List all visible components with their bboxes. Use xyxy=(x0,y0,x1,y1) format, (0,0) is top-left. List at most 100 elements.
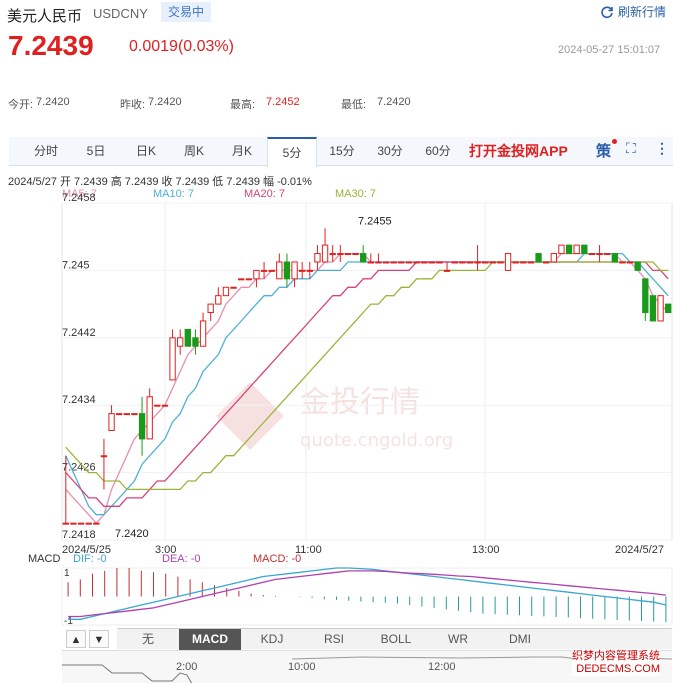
macd-axis-bottom: -1 xyxy=(64,616,73,627)
candle-body xyxy=(504,253,512,271)
candle-body xyxy=(398,261,405,264)
candle-body xyxy=(283,261,291,280)
candle-body xyxy=(154,404,161,407)
candle-body xyxy=(611,253,618,263)
watermark-url: quote.cngold.org xyxy=(300,430,453,451)
candle-body xyxy=(489,261,496,264)
candle-body xyxy=(634,261,641,271)
candle-body xyxy=(85,522,92,525)
scroll-up-button[interactable]: ▲ xyxy=(66,630,86,648)
candle-body xyxy=(207,303,214,314)
indicator-dmi[interactable]: DMI xyxy=(489,629,551,650)
candle-body xyxy=(321,244,329,263)
candle-body xyxy=(382,261,390,264)
candle-body xyxy=(245,278,252,281)
candle-body xyxy=(344,253,352,256)
price-annotation: 7.2420 xyxy=(115,528,149,540)
macd-value-legend: MACD: -0 xyxy=(253,553,302,565)
x-tick-label: 2024/5/27 xyxy=(615,544,664,556)
indicator-rsi[interactable]: RSI xyxy=(303,629,365,650)
candle-body xyxy=(390,261,397,264)
candle-body xyxy=(276,261,283,280)
candle-body xyxy=(405,261,413,264)
candle-body xyxy=(421,261,428,264)
candle-body xyxy=(512,261,519,264)
candle-body xyxy=(108,413,115,431)
candle-body xyxy=(482,261,489,264)
candle-body xyxy=(581,244,588,255)
candle-body xyxy=(558,244,565,255)
macd-axis-top: 1 xyxy=(64,568,70,579)
candle-body xyxy=(466,261,474,264)
candle-body xyxy=(497,261,504,264)
y-tick-label: 7.2418 xyxy=(62,529,96,541)
corner-watermark-line1: 织梦内容管理系统 xyxy=(572,650,660,662)
candle-body xyxy=(230,286,237,289)
indicator-bar: 无 MACD KDJ RSI BOLL WR DMI xyxy=(117,628,672,650)
candle-body xyxy=(443,269,451,272)
candle-body xyxy=(253,269,260,280)
candle-body xyxy=(642,278,649,314)
candle-body xyxy=(565,244,573,255)
candle-body xyxy=(619,261,626,264)
candle-body xyxy=(604,253,611,256)
watermark-group: 金投行情 quote.cngold.org xyxy=(216,382,453,451)
macd-title: MACD xyxy=(28,553,61,565)
candle-body xyxy=(596,253,603,256)
nav-label-3: 12:00 xyxy=(428,661,456,673)
candle-body xyxy=(100,455,108,458)
nav-label-1: 2:00 xyxy=(176,661,198,673)
macd-dif-legend: DIF: -0 xyxy=(73,553,107,565)
candle-body xyxy=(169,337,176,381)
candle-body xyxy=(192,337,199,347)
candle-body xyxy=(62,522,69,525)
candle-body xyxy=(238,278,245,281)
y-tick-label: 7.2434 xyxy=(62,394,96,406)
candle-body xyxy=(657,295,664,322)
price-annotation: 7.2455 xyxy=(358,215,392,227)
candle-body xyxy=(360,253,367,263)
quote-page: 美元人民币 USDCNY 交易中 刷新行情 7.2439 0.0019(0.03… xyxy=(0,0,682,683)
candle-body xyxy=(367,261,374,264)
candle-body xyxy=(375,261,382,264)
candle-body xyxy=(413,261,420,264)
candle-body xyxy=(268,269,275,272)
candle-body xyxy=(352,253,359,256)
candle-body xyxy=(222,286,230,297)
indicator-kdj[interactable]: KDJ xyxy=(241,629,303,650)
candle-body xyxy=(161,404,169,407)
candle-body xyxy=(527,261,535,264)
candle-body xyxy=(131,413,138,416)
candle-body xyxy=(337,253,344,256)
macd-dea-legend: DEA: -0 xyxy=(162,553,201,565)
x-tick-label: 13:00 xyxy=(472,544,500,556)
indicator-wr[interactable]: WR xyxy=(427,629,489,650)
candle-body xyxy=(77,522,85,525)
candle-body xyxy=(451,261,458,264)
scroll-down-button[interactable]: ▼ xyxy=(89,630,109,648)
candle-body xyxy=(314,253,321,263)
candle-body xyxy=(329,253,336,256)
candle-body xyxy=(306,269,313,272)
candle-body xyxy=(299,269,306,272)
candle-body xyxy=(436,261,443,264)
ma30-line xyxy=(65,261,669,491)
indicator-none[interactable]: 无 xyxy=(117,629,179,650)
candle-body xyxy=(649,295,657,322)
candle-body xyxy=(260,269,268,272)
candle-body xyxy=(665,303,672,314)
y-tick-label: 7.2426 xyxy=(62,462,96,474)
candle-body xyxy=(573,244,580,255)
watermark-logo xyxy=(216,382,284,450)
nav-label-2: 10:00 xyxy=(288,661,316,673)
watermark-text: 金投行情 xyxy=(300,385,420,420)
candle-body xyxy=(93,522,100,525)
candle-body xyxy=(520,261,527,264)
y-tick-label: 7.2458 xyxy=(62,192,96,204)
candle-body xyxy=(543,261,550,264)
candle-body xyxy=(459,261,466,264)
candle-body xyxy=(138,413,146,440)
indicator-macd[interactable]: MACD xyxy=(179,629,241,650)
indicator-boll[interactable]: BOLL xyxy=(365,629,427,650)
candle-body xyxy=(215,295,222,305)
